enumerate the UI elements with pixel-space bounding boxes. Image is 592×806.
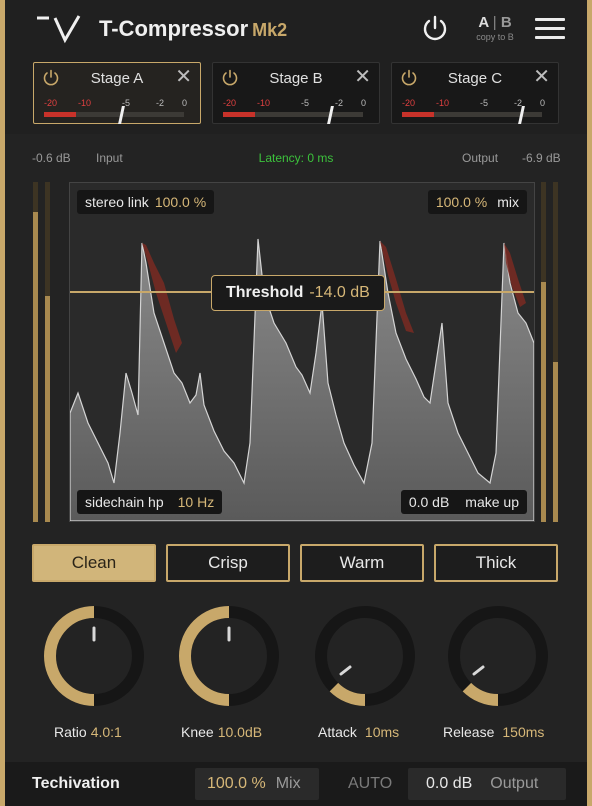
tick-label: 0: [182, 98, 188, 108]
knee-label-group: Knee 10.0dB: [181, 724, 262, 740]
stage-b-scale: -20 -10 -5 -2 0: [221, 98, 369, 108]
ratio-knob[interactable]: [44, 606, 144, 706]
makeup-value[interactable]: 0.0 dB: [409, 494, 449, 510]
sidechain-hp-label: sidechain hp: [85, 494, 164, 510]
stage-c-close-icon[interactable]: ✕: [533, 67, 550, 87]
threshold-label: Threshold: [226, 284, 304, 301]
output-meter-left: [541, 182, 546, 522]
app-title-suffix: Mk2: [252, 20, 288, 40]
preset-warm-button[interactable]: Warm: [300, 544, 424, 582]
threshold-control[interactable]: Threshold -14.0 dB: [211, 275, 385, 311]
stage-a-card[interactable]: Stage A ✕ -20 -10 -5 -2 0: [33, 62, 201, 124]
tick-label: -2: [156, 98, 165, 108]
plugin-window: T-Compressor Mk2 A | B copy to B Stage A …: [0, 0, 592, 806]
threshold-value[interactable]: -14.0 dB: [309, 284, 369, 301]
ab-b-label[interactable]: B: [501, 14, 512, 31]
stage-b-card[interactable]: Stage B ✕ -20 -10 -5 -2 0: [212, 62, 380, 124]
attack-label: Attack: [318, 724, 357, 740]
stereo-link-value[interactable]: 100.0 %: [155, 194, 206, 210]
ab-a-label[interactable]: A: [478, 14, 488, 31]
global-mix-value[interactable]: 100.0 %: [207, 775, 266, 792]
release-label: Release: [443, 724, 495, 740]
stage-c-card[interactable]: Stage C ✕ -20 -10 -5 -2 0: [391, 62, 559, 124]
tick-label: -10: [436, 98, 450, 108]
ratio-knob-arc: [44, 606, 95, 706]
preset-thick-button[interactable]: Thick: [434, 544, 558, 582]
attack-knob-pointer: [339, 665, 352, 676]
tick-label: -20: [44, 98, 58, 108]
input-meter-right: [45, 182, 50, 522]
tick-label: -20: [402, 98, 416, 108]
release-knob-arc: [462, 682, 499, 706]
ab-compare[interactable]: A | B copy to B: [469, 14, 521, 42]
preset-crisp-button[interactable]: Crisp: [166, 544, 290, 582]
latency-readout: Latency: 0 ms: [258, 151, 334, 165]
ab-letters: A | B: [478, 14, 512, 31]
ratio-label-group: Ratio 4.0:1: [54, 724, 122, 740]
stage-b-gr-meter: [223, 112, 363, 117]
power-icon[interactable]: [420, 14, 450, 44]
tick-label: -10: [257, 98, 271, 108]
knee-knob-arc: [179, 606, 230, 706]
tick-label: 0: [540, 98, 546, 108]
tick-label: -5: [480, 98, 489, 108]
output-label: Output: [462, 151, 499, 165]
header: T-Compressor Mk2 A | B copy to B: [5, 0, 587, 60]
global-output-value[interactable]: 0.0 dB: [426, 775, 472, 792]
copy-to-b-button[interactable]: copy to B: [469, 32, 521, 42]
ratio-value[interactable]: 4.0:1: [91, 724, 122, 740]
tick-label: -5: [301, 98, 310, 108]
tick-label: -2: [335, 98, 344, 108]
tick-label: -10: [78, 98, 92, 108]
hamburger-menu-icon[interactable]: [535, 18, 565, 40]
knee-knob[interactable]: [179, 606, 279, 706]
makeup-control[interactable]: 0.0 dB make up: [400, 490, 527, 514]
techivation-logo-icon: [37, 15, 81, 44]
knee-value[interactable]: 10.0dB: [218, 724, 262, 740]
stage-c-scale: -20 -10 -5 -2 0: [400, 98, 548, 108]
release-value[interactable]: 150ms: [502, 724, 544, 740]
ratio-label: Ratio: [54, 724, 87, 740]
brand-label: Techivation: [32, 775, 120, 792]
global-output-control[interactable]: 0.0 dB Output: [408, 768, 566, 800]
tick-label: -20: [223, 98, 237, 108]
stage-a-gr-meter: [44, 112, 184, 117]
tick-label: 0: [361, 98, 367, 108]
attack-label-group: Attack 10ms: [318, 724, 399, 740]
mix-control[interactable]: 100.0 % mix: [427, 190, 527, 214]
mix-value[interactable]: 100.0 %: [436, 194, 487, 210]
stage-a-scale: -20 -10 -5 -2 0: [42, 98, 190, 108]
stage-b-close-icon[interactable]: ✕: [354, 67, 371, 87]
global-output-label: Output: [490, 775, 539, 792]
attack-value[interactable]: 10ms: [365, 724, 399, 740]
compression-graph[interactable]: stereo link 100.0 % 100.0 % mix Threshold -…: [69, 182, 535, 522]
output-meter-right: [553, 182, 558, 522]
stereo-link-label: stereo link: [85, 194, 149, 210]
release-knob-pointer: [472, 665, 485, 676]
stereo-link-control[interactable]: stereo link 100.0 %: [77, 190, 215, 214]
attack-knob-arc: [329, 682, 366, 706]
auto-gain-toggle[interactable]: AUTO: [348, 775, 392, 793]
sidechain-hp-control[interactable]: sidechain hp 10 Hz: [77, 490, 223, 514]
release-label-group: Release 150ms: [443, 724, 544, 740]
stage-a-close-icon[interactable]: ✕: [175, 67, 192, 87]
input-meter-left: [33, 182, 38, 522]
app-title-main: T-Compressor: [99, 16, 249, 41]
makeup-label: make up: [465, 494, 519, 510]
attack-knob[interactable]: [315, 606, 415, 706]
release-knob[interactable]: [448, 606, 548, 706]
sidechain-hp-value[interactable]: 10 Hz: [178, 494, 215, 510]
global-mix-label: Mix: [275, 775, 301, 792]
preset-clean-button[interactable]: Clean: [32, 544, 156, 582]
mix-label: mix: [497, 194, 519, 210]
app-title: T-Compressor Mk2: [99, 16, 287, 42]
waveform-display: [70, 238, 534, 521]
output-value: -6.9 dB: [522, 151, 561, 165]
global-mix-control[interactable]: 100.0 % Mix: [195, 768, 319, 800]
knee-label: Knee: [181, 724, 214, 740]
